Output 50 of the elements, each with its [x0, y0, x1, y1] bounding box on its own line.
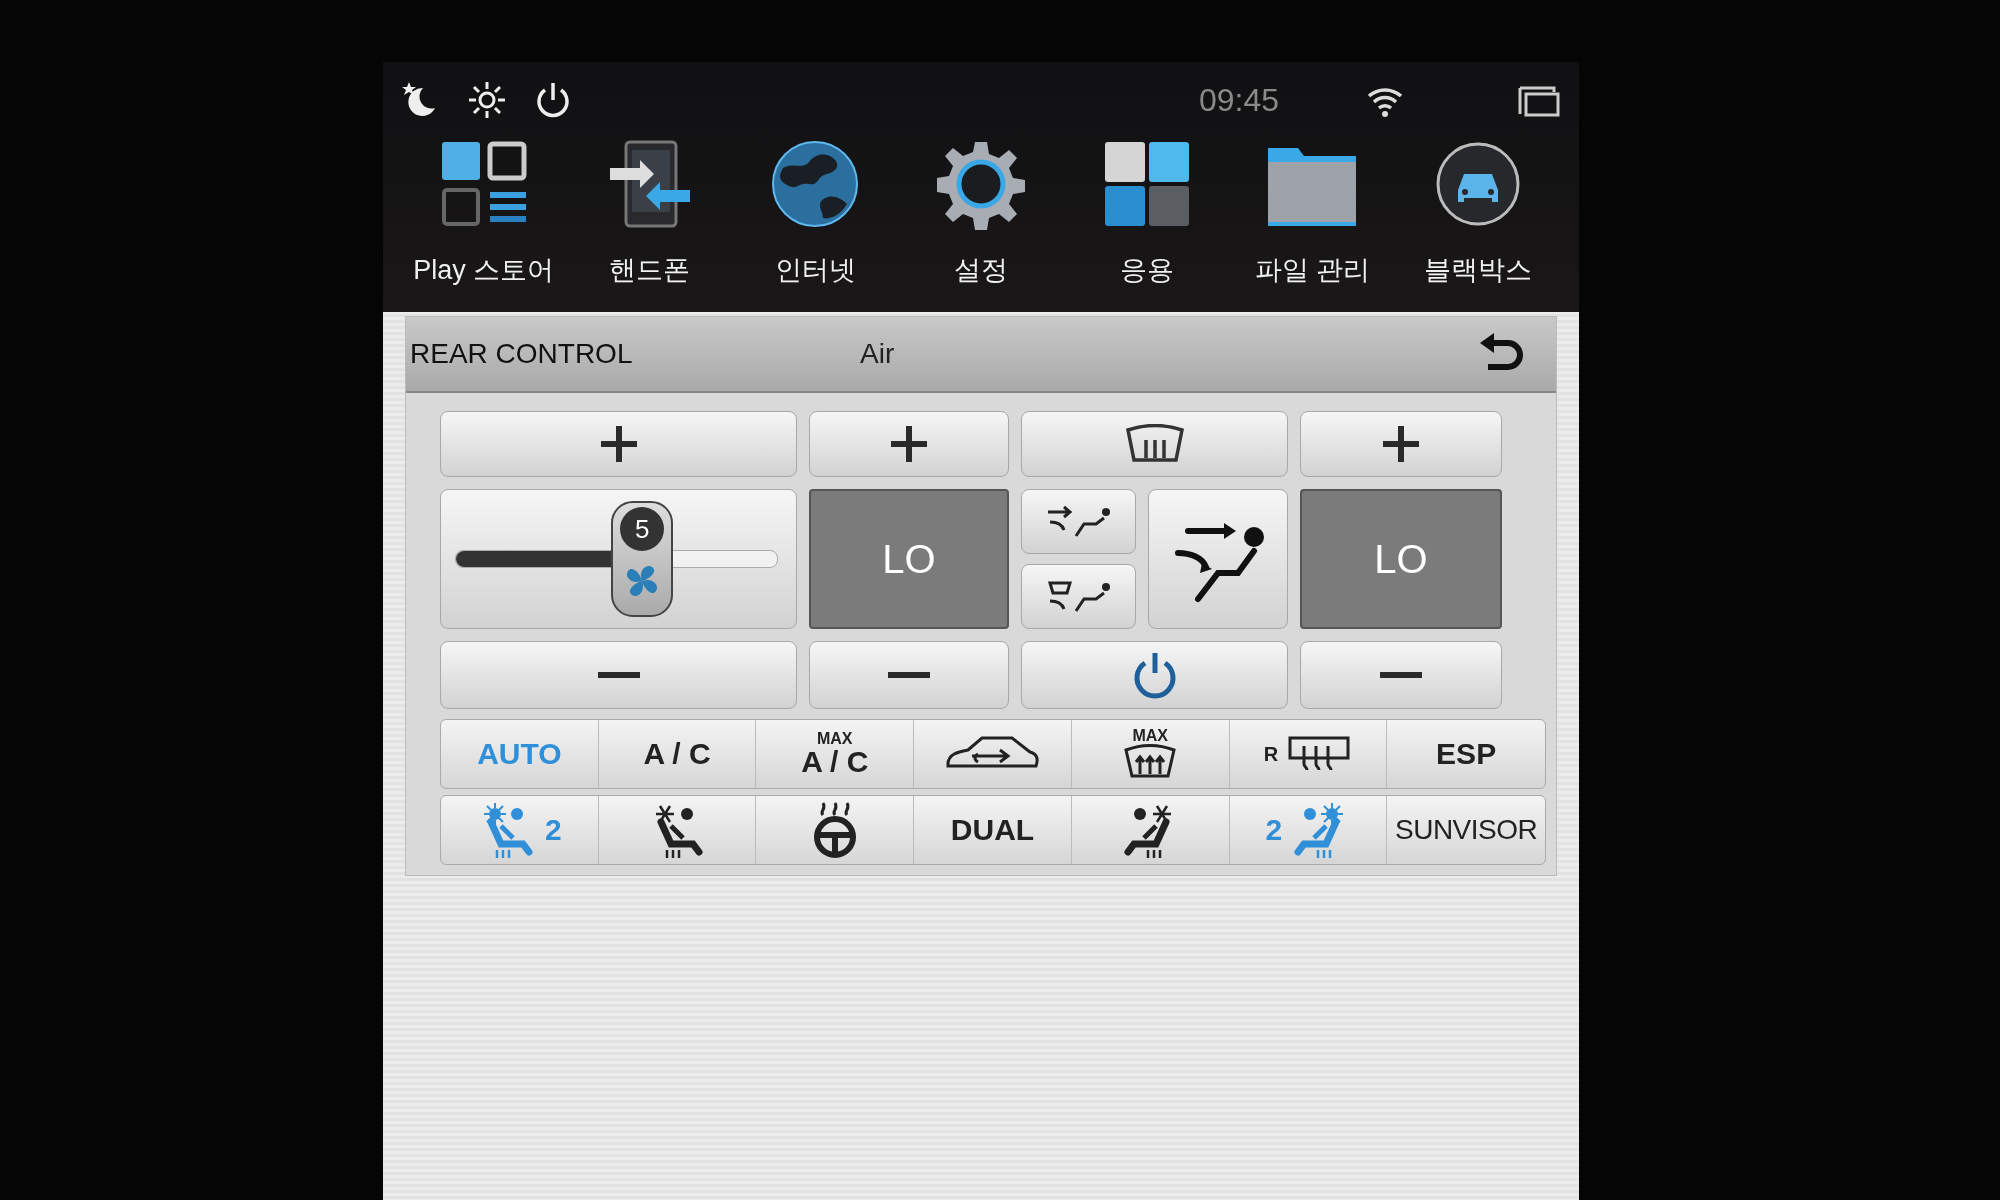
- fan-speed-slider[interactable]: 5: [440, 489, 797, 629]
- app-launcher[interactable]: 파일 관리: [1229, 138, 1396, 288]
- app-launcher[interactable]: 응용: [1063, 138, 1230, 288]
- defrost-icon: [1123, 424, 1186, 464]
- temperature-up-button[interactable]: [1300, 411, 1502, 477]
- vent-mode-button[interactable]: [1148, 489, 1288, 629]
- max-label: MAX: [1132, 728, 1168, 744]
- defrost-button[interactable]: [1021, 411, 1288, 477]
- vent-mode-button[interactable]: [1021, 564, 1136, 629]
- max-label: MAX: [817, 731, 853, 747]
- app-launcher[interactable]: 설정: [898, 138, 1064, 288]
- app-label: 블랙박스: [1424, 254, 1533, 287]
- function-button[interactable]: DUAL: [914, 796, 1072, 864]
- defrost-icon: [1122, 744, 1179, 780]
- app-launcher[interactable]: 블랙박스: [1395, 138, 1561, 288]
- temperature-up-button[interactable]: [809, 411, 1009, 477]
- panel-title: REAR CONTROL: [410, 338, 634, 370]
- panel-subtitle: Air: [860, 338, 896, 370]
- app-launcher[interactable]: 인터넷: [732, 138, 899, 288]
- minus-icon: [888, 671, 930, 679]
- minus-icon: [597, 671, 640, 679]
- function-button[interactable]: A / C: [598, 720, 757, 788]
- brightness-icon[interactable]: [467, 80, 507, 120]
- vent-mode-button[interactable]: [1021, 489, 1136, 554]
- plus-icon: [888, 423, 930, 465]
- function-button[interactable]: R: [1229, 720, 1388, 788]
- rear-label: R: [1263, 742, 1279, 766]
- function-button[interactable]: MAX: [1071, 720, 1230, 788]
- app-label: 핸드폰: [609, 254, 691, 287]
- function-button[interactable]: MAX A / C: [756, 720, 915, 788]
- temperature-display: LO: [809, 489, 1009, 629]
- level-number: 2: [1265, 813, 1283, 847]
- app-label: 설정: [954, 254, 1008, 287]
- temperature-display: LO: [1300, 489, 1502, 629]
- clock-time: 09:45: [1198, 81, 1279, 119]
- app-label: 파일 관리: [1254, 254, 1371, 287]
- slider-thumb[interactable]: 5: [611, 501, 674, 617]
- function-button[interactable]: SUNVISOR: [1387, 796, 1545, 864]
- function-button[interactable]: ESP: [1387, 720, 1545, 788]
- power-button[interactable]: [1021, 641, 1288, 709]
- app-launcher[interactable]: Play 스토어: [401, 138, 567, 288]
- plus-icon: [1380, 423, 1422, 465]
- fan-speed-value: 5: [620, 507, 665, 551]
- app-label: 응용: [1119, 254, 1174, 287]
- mode-label: A / C: [801, 747, 869, 777]
- app-launcher[interactable]: 핸드폰: [566, 138, 733, 288]
- app-label: 인터넷: [774, 254, 856, 287]
- minus-icon: [1380, 671, 1422, 679]
- level-number: 2: [545, 813, 562, 847]
- app-label: Play 스토어: [413, 254, 555, 287]
